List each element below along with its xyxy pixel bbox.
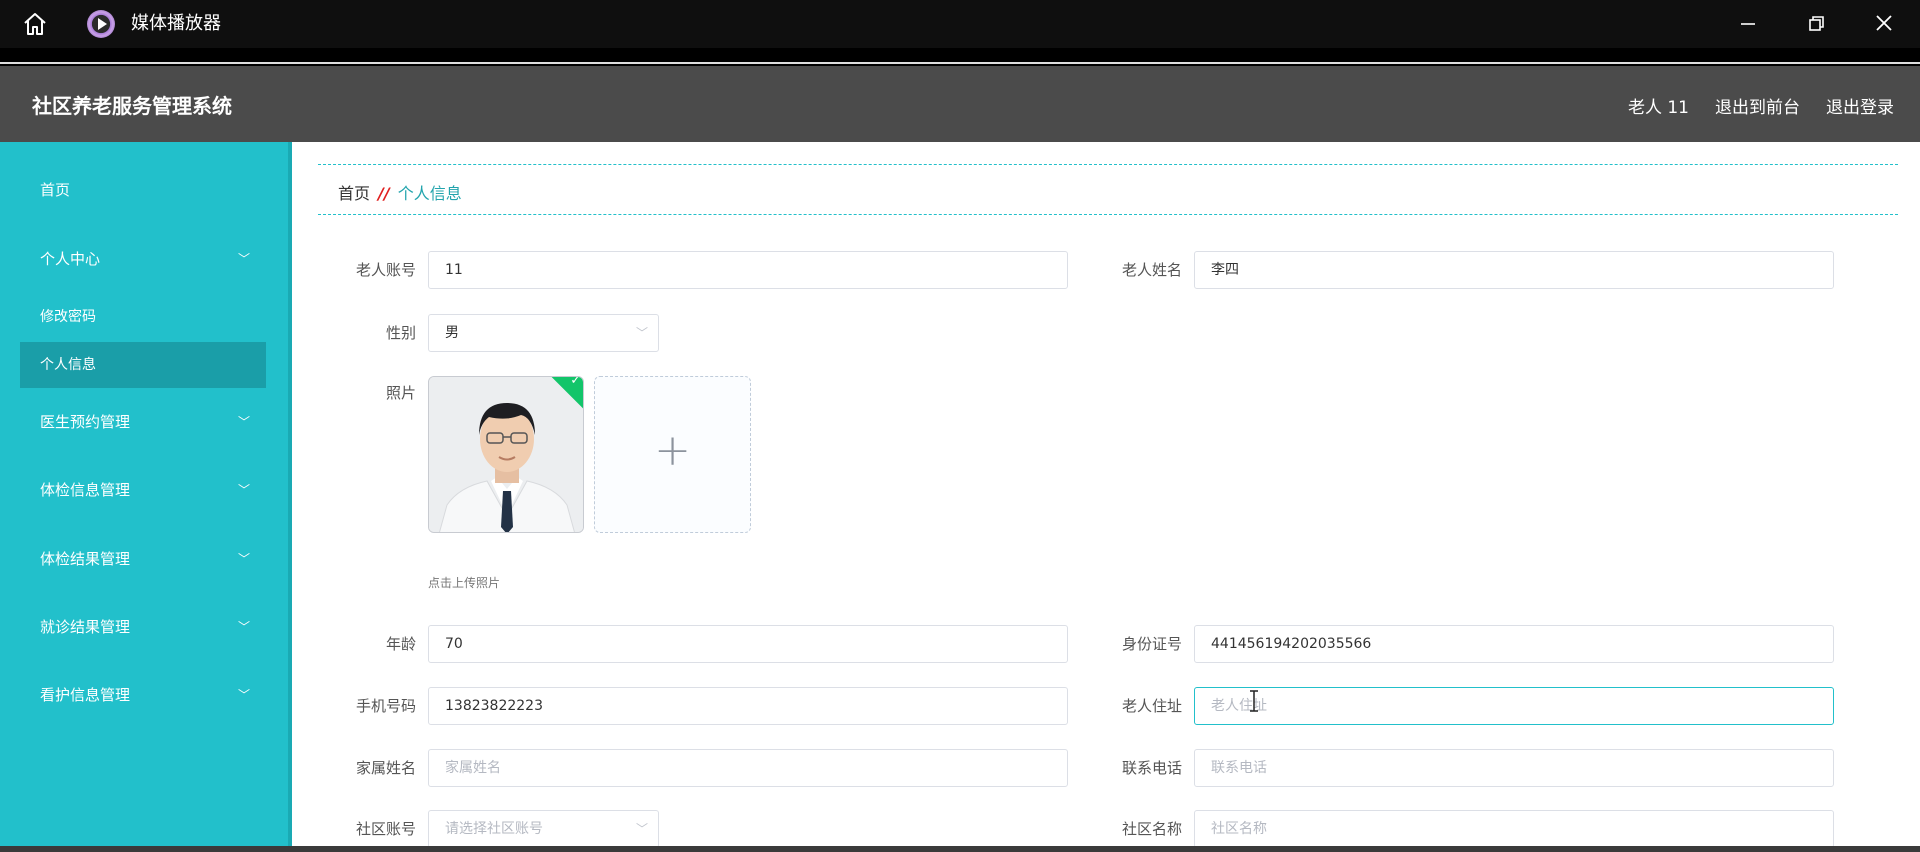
sidebar-item-label: 体检结果管理 xyxy=(40,550,131,568)
phone-input[interactable]: 13823822223 xyxy=(428,687,1068,725)
family-name-label: 家属姓名 xyxy=(355,759,416,777)
chevron-down-icon: ﹀ xyxy=(635,326,648,340)
sidebar-item-doctor-booking[interactable]: 医生预约管理 ﹀ xyxy=(20,399,266,445)
contact-label: 联系电话 xyxy=(1121,759,1182,777)
user-name: 老人 11 xyxy=(1627,98,1689,118)
sidebar-item-label: 个人信息 xyxy=(40,357,96,373)
breadcrumb-border-bottom xyxy=(318,214,1898,215)
app-header: 社区养老服务管理系统 老人 11 退出到前台 退出登录 xyxy=(0,66,1920,142)
address-label: 老人住址 xyxy=(1121,697,1182,715)
sidebar-item-visit-result[interactable]: 就诊结果管理 ﹀ xyxy=(20,604,266,650)
sidebar-item-care-info[interactable]: 看护信息管理 ﹀ xyxy=(20,672,266,718)
close-icon[interactable] xyxy=(1869,10,1899,38)
phone-label: 手机号码 xyxy=(355,697,416,715)
age-input[interactable]: 70 xyxy=(428,625,1068,663)
account-label: 老人账号 xyxy=(355,261,416,279)
community-account-label: 社区账号 xyxy=(355,820,416,838)
chevron-down-icon: ﹀ xyxy=(237,620,250,634)
to-front-link[interactable]: 退出到前台 xyxy=(1715,93,1800,118)
photo-label: 照片 xyxy=(385,384,416,402)
sidebar-item-label: 体检信息管理 xyxy=(40,481,131,499)
logout-link[interactable]: 退出登录 xyxy=(1826,93,1894,118)
sidebar: 首页 个人中心 ﹀ 修改密码 个人信息 医生预约管理 ﹀ 体检信息管理 ﹀ 体检结果管… xyxy=(0,142,292,852)
account-input[interactable]: 11 xyxy=(428,251,1068,289)
gender-label: 性别 xyxy=(385,324,416,342)
chevron-down-icon: ﹀ xyxy=(237,252,250,266)
portrait-image xyxy=(429,377,583,532)
community-name-label: 社区名称 xyxy=(1121,820,1182,838)
player-logo-icon xyxy=(87,10,115,38)
media-player-titlebar: 媒体播放器 xyxy=(0,0,1920,48)
restore-icon[interactable] xyxy=(1801,10,1831,38)
sidebar-item-label: 看护信息管理 xyxy=(40,686,131,704)
breadcrumb-separator: // xyxy=(378,184,390,203)
chevron-down-icon: ﹀ xyxy=(237,552,250,566)
photo-upload-button[interactable]: + xyxy=(594,376,751,533)
sidebar-item-personal-info[interactable]: 个人信息 xyxy=(20,342,266,388)
name-input[interactable]: 李四 xyxy=(1194,251,1834,289)
app-brand: 社区养老服务管理系统 xyxy=(32,94,232,118)
text-cursor-icon xyxy=(1250,690,1258,712)
header-links: 老人 11 退出到前台 退出登录 xyxy=(1628,93,1894,118)
main-content: 首页 // 个人信息 老人账号 11 老人姓名 李四 性别 男 ﹀ 照片 ✓ + 点… xyxy=(296,142,1920,852)
gender-value: 男 xyxy=(445,325,459,341)
bottom-edge xyxy=(0,846,1920,852)
chevron-down-icon: ﹀ xyxy=(237,688,250,702)
breadcrumb-home[interactable]: 首页 xyxy=(338,184,370,203)
sidebar-item-label: 就诊结果管理 xyxy=(40,618,131,636)
sidebar-item-label: 修改密码 xyxy=(40,309,96,325)
chevron-down-icon: ﹀ xyxy=(635,822,648,836)
sidebar-item-change-password[interactable]: 修改密码 xyxy=(20,294,266,340)
family-name-input[interactable]: 家属姓名 xyxy=(428,749,1068,787)
community-account-placeholder: 请选择社区账号 xyxy=(445,821,543,837)
player-divider xyxy=(0,48,1920,66)
sidebar-item-personal-center[interactable]: 个人中心 ﹀ xyxy=(20,236,266,282)
chevron-down-icon: ﹀ xyxy=(237,415,250,429)
contact-input[interactable]: 联系电话 xyxy=(1194,749,1834,787)
community-name-input[interactable]: 社区名称 xyxy=(1194,810,1834,848)
community-account-select[interactable]: 请选择社区账号 ﹀ xyxy=(428,810,659,848)
plus-icon: + xyxy=(654,425,691,476)
minimize-icon[interactable] xyxy=(1733,10,1763,38)
name-label: 老人姓名 xyxy=(1121,261,1182,279)
home-icon[interactable] xyxy=(20,10,50,38)
sidebar-item-label: 个人中心 xyxy=(40,250,101,268)
breadcrumb: 首页 // 个人信息 xyxy=(338,180,462,204)
sidebar-item-label: 医生预约管理 xyxy=(40,413,131,431)
age-label: 年龄 xyxy=(385,635,416,653)
address-input[interactable]: 老人住址 xyxy=(1194,687,1834,725)
chevron-down-icon: ﹀ xyxy=(237,483,250,497)
breadcrumb-border-top xyxy=(318,164,1898,165)
sidebar-item-checkup-info[interactable]: 体检信息管理 ﹀ xyxy=(20,467,266,513)
sidebar-item-label: 首页 xyxy=(40,181,71,199)
sidebar-item-checkup-result[interactable]: 体检结果管理 ﹀ xyxy=(20,536,266,582)
id-label: 身份证号 xyxy=(1121,635,1182,653)
player-title: 媒体播放器 xyxy=(131,13,221,34)
sidebar-item-home[interactable]: 首页 xyxy=(20,167,266,213)
photo-thumbnail[interactable]: ✓ xyxy=(428,376,584,533)
gender-select[interactable]: 男 ﹀ xyxy=(428,314,659,352)
check-icon: ✓ xyxy=(570,376,582,389)
id-input[interactable]: 441456194202035566 xyxy=(1194,625,1834,663)
upload-tip: 点击上传照片 xyxy=(428,576,501,590)
breadcrumb-current: 个人信息 xyxy=(397,184,462,203)
